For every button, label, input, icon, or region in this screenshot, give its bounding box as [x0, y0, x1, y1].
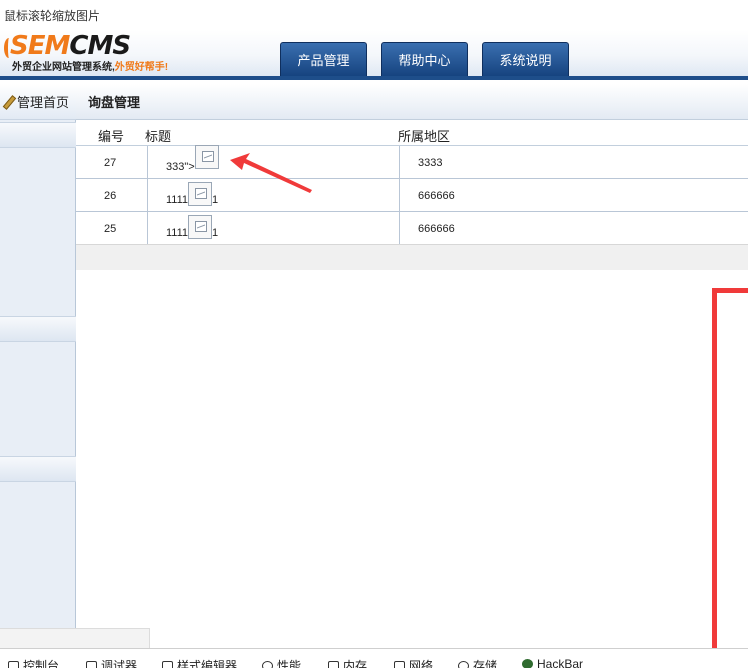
semcms-logo: SEMCMS 外贸企业网站管理系统,外贸好帮手! — [4, 32, 204, 76]
pencil-icon — [2, 95, 16, 109]
devtools-tab-memory[interactable]: 内存 — [328, 657, 367, 668]
row-id: 27 — [104, 156, 117, 169]
hackbar-icon — [522, 659, 533, 668]
devtools-tab-storage[interactable]: 存储 — [458, 657, 497, 668]
memory-icon — [328, 661, 339, 668]
app-header: SEMCMS 外贸企业网站管理系统,外贸好帮手! 产品管理 帮助中心 系统说明 — [0, 30, 748, 80]
row-title[interactable]: 1111 1 — [166, 179, 218, 212]
sidebar-section-header[interactable] — [0, 456, 76, 482]
tab-product-management[interactable]: 产品管理 — [280, 42, 367, 76]
row-id: 26 — [104, 189, 117, 202]
window-title: 鼠标滚轮缩放图片 — [4, 9, 101, 23]
page-title: 询盘管理 — [76, 84, 748, 120]
table-row[interactable]: 25 1111 1 666666 — [76, 212, 748, 245]
table-row[interactable]: 26 1111 1 666666 — [76, 179, 748, 212]
row-region: 666666 — [418, 189, 455, 202]
sidebar: 管理首页 — [0, 84, 76, 630]
table-footer — [76, 244, 748, 270]
tab-help-center[interactable]: 帮助中心 — [381, 42, 468, 76]
broken-image-icon — [194, 145, 219, 169]
devtools-tab-debugger[interactable]: 调试器 — [86, 657, 137, 668]
sidebar-section-header[interactable] — [0, 316, 76, 342]
sidebar-section-header[interactable] — [0, 122, 76, 148]
row-title[interactable]: 1111 1 — [166, 212, 218, 245]
sidebar-item-label: 管理首页 — [17, 95, 70, 110]
annotation-highlight-box — [712, 288, 748, 668]
devtools-tab-network[interactable]: 网络 — [394, 657, 433, 668]
row-region: 666666 — [418, 222, 455, 235]
devtools-tab-style-editor[interactable]: 样式编辑器 — [162, 657, 237, 668]
column-header-id: 编号 — [98, 129, 125, 144]
devtools-tab-console[interactable]: 控制台 — [8, 657, 59, 668]
devtools-toolbar: 控制台 调试器 样式编辑器 性能 内存 网络 存储 HackBar — [0, 648, 748, 668]
window-titlebar: 鼠标滚轮缩放图片 — [0, 0, 748, 30]
devtools-tab-hackbar[interactable]: HackBar — [522, 657, 583, 668]
annotation-arrow-icon — [230, 153, 312, 193]
console-icon — [8, 661, 19, 668]
style-editor-icon — [162, 661, 173, 668]
inquiry-table: 编号 标题 所属地区 27 333"> 3333 26 1111 1 666666… — [76, 120, 748, 245]
row-region: 3333 — [418, 156, 443, 169]
broken-image-icon — [188, 215, 213, 239]
tab-system-info[interactable]: 系统说明 — [482, 42, 569, 76]
network-icon — [394, 661, 405, 668]
row-title[interactable]: 333"> — [166, 145, 219, 179]
table-header: 编号 标题 所属地区 — [76, 120, 748, 146]
performance-icon — [262, 661, 273, 668]
row-id: 25 — [104, 222, 117, 235]
main-panel: 询盘管理 编号 标题 所属地区 27 333"> 3333 26 1111 1 6… — [76, 84, 748, 630]
horizontal-scrollbar[interactable] — [0, 628, 150, 648]
broken-image-icon — [188, 182, 213, 206]
logo-wordmark: SEMCMS — [10, 31, 131, 61]
column-header-title: 标题 — [145, 129, 172, 144]
column-header-region: 所属地区 — [398, 129, 451, 144]
storage-icon — [458, 661, 469, 668]
devtools-tab-performance[interactable]: 性能 — [262, 657, 301, 668]
logo-tagline: 外贸企业网站管理系统,外贸好帮手! — [12, 62, 169, 73]
debugger-icon — [86, 661, 97, 668]
table-row[interactable]: 27 333"> 3333 — [76, 145, 748, 179]
sidebar-item-home[interactable]: 管理首页 — [0, 84, 76, 120]
